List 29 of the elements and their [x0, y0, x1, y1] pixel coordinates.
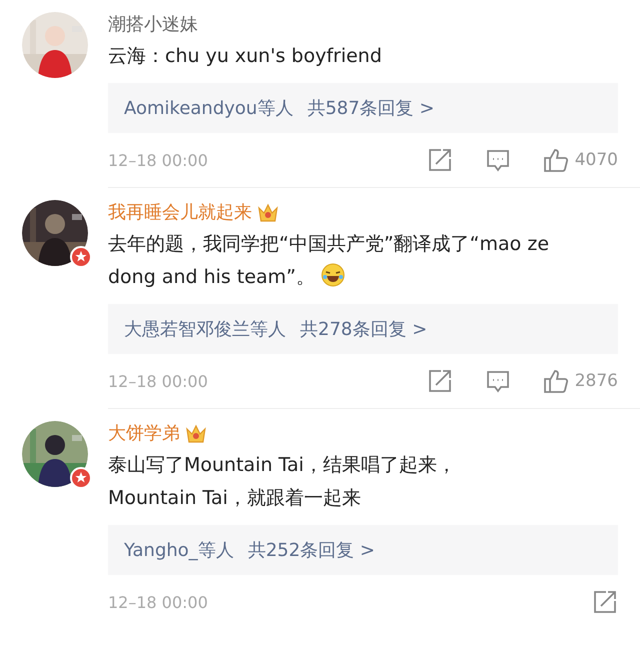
- crown-icon: [256, 201, 280, 223]
- comment-time: 12–18 00:00: [108, 150, 209, 170]
- thumbs-up-icon[interactable]: [542, 147, 569, 173]
- comment-text: 去年的题，我同学把“中国共产党”翻译成了“mao ze dong and his team”。: [108, 232, 550, 290]
- replies-link[interactable]: Aomikeandyou等人 共587条回复 >: [108, 83, 618, 133]
- reply-count: 共587条回复 >: [307, 97, 435, 120]
- comment-icon[interactable]: [484, 147, 511, 173]
- user-name[interactable]: 我再睡会儿就起来: [108, 200, 252, 224]
- user-name[interactable]: 大饼学弟: [108, 421, 180, 445]
- share-icon[interactable]: [426, 368, 453, 394]
- thumbs-up-icon[interactable]: [542, 368, 569, 394]
- comment-time: 12–18 00:00: [108, 592, 209, 612]
- comment-time: 12–18 00:00: [108, 372, 209, 390]
- reply-count: 共278条回复 >: [300, 318, 428, 341]
- comment-icon[interactable]: [484, 368, 511, 394]
- like-count: 2876: [574, 371, 618, 391]
- comment-text: 云海：chu yu xun's boyfriend: [108, 44, 383, 69]
- reply-users: 大愚若智邓俊兰等人: [124, 318, 286, 341]
- comment-text: 泰山写了Mountain Tai，结果唱了起来， Mountain Tai，就跟着一起来: [108, 453, 457, 511]
- replies-link[interactable]: Yangho_等人 共252条回复 >: [108, 525, 618, 575]
- reply-users: Yangho_等人: [124, 539, 234, 562]
- like-count: 4070: [574, 150, 618, 170]
- user-name[interactable]: 潮搭小迷妹: [108, 12, 198, 36]
- reply-users: Aomikeandyou等人: [124, 97, 294, 120]
- share-icon[interactable]: [426, 147, 453, 173]
- share-icon[interactable]: [592, 589, 618, 615]
- replies-link[interactable]: 大愚若智邓俊兰等人 共278条回复 >: [108, 304, 618, 354]
- crown-icon: [184, 422, 208, 444]
- reply-count: 共252条回复 >: [248, 539, 375, 562]
